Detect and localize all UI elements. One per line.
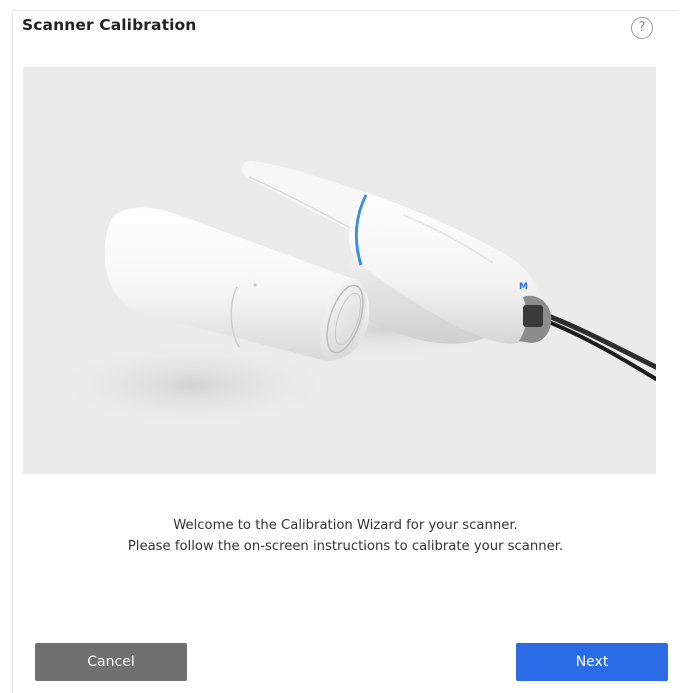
cancel-button[interactable]: Cancel (35, 643, 187, 681)
welcome-line-1: Welcome to the Calibration Wizard for yo… (173, 518, 518, 533)
svg-text:M: M (519, 282, 528, 292)
scanner-illustration: M (23, 67, 656, 474)
dialog-title: Scanner Calibration (22, 16, 197, 34)
welcome-message: Welcome to the Calibration Wizard for yo… (12, 515, 679, 557)
help-icon[interactable]: ? (631, 17, 653, 39)
welcome-line-2: Please follow the on-screen instructions… (127, 539, 564, 554)
scanner-image: M (53, 160, 656, 425)
next-button[interactable]: Next (516, 643, 668, 681)
